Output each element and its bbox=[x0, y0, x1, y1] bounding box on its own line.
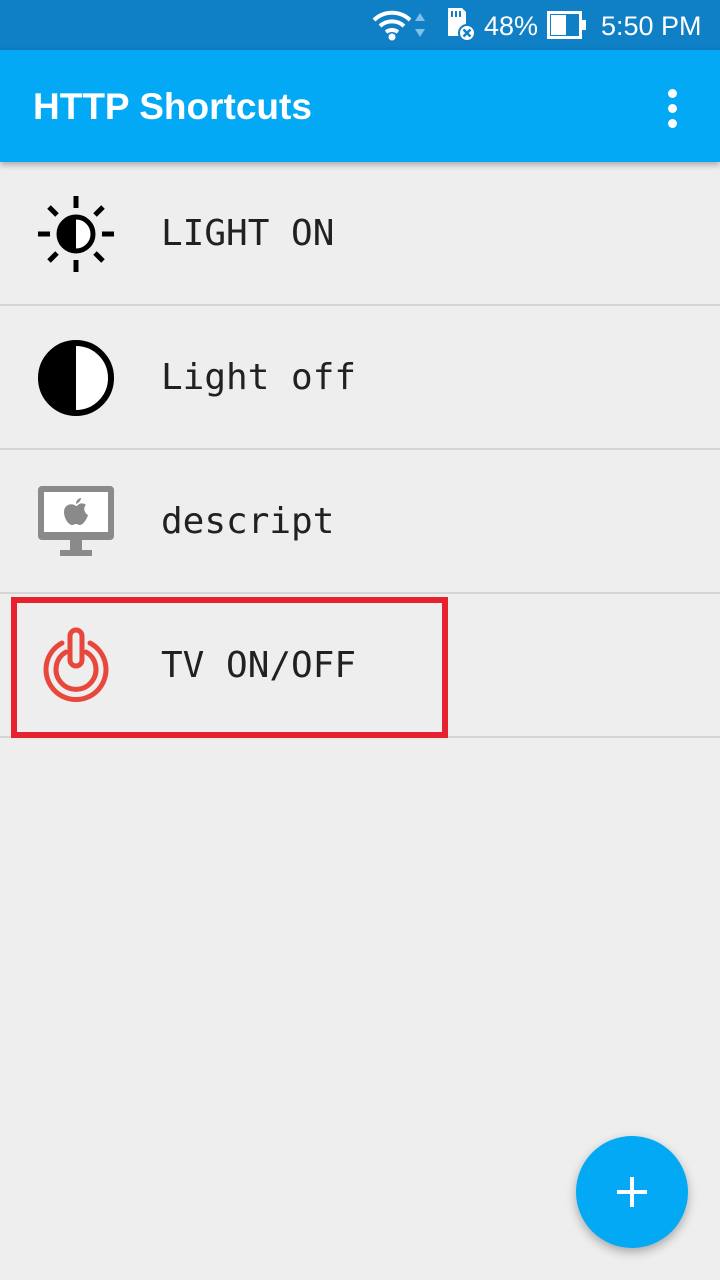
shortcut-item-light-off[interactable]: Light off bbox=[0, 306, 720, 450]
add-shortcut-button[interactable] bbox=[576, 1136, 688, 1248]
shortcut-item-descript[interactable]: descript bbox=[0, 450, 720, 594]
sd-card-icon bbox=[448, 8, 476, 42]
app-bar: HTTP Shortcuts bbox=[0, 50, 720, 162]
plus-icon bbox=[617, 1177, 647, 1207]
status-bar: 48% 5:50 PM bbox=[0, 0, 720, 50]
app-title: HTTP Shortcuts bbox=[33, 86, 312, 127]
power-icon bbox=[36, 626, 116, 706]
menu-dot bbox=[667, 88, 677, 98]
shortcut-label: TV ON/OFF bbox=[161, 645, 357, 686]
imac-icon bbox=[36, 482, 116, 562]
brightness-icon bbox=[36, 194, 116, 274]
menu-dot bbox=[667, 118, 677, 128]
battery-percent: 48% bbox=[484, 11, 539, 41]
data-arrows-icon bbox=[415, 13, 425, 37]
shortcut-item-tv-on-off[interactable]: TV ON/OFF bbox=[0, 594, 720, 738]
battery-icon bbox=[547, 11, 586, 39]
shortcut-label: LIGHT ON bbox=[161, 213, 335, 254]
wifi-icon bbox=[372, 10, 412, 41]
shortcut-item-light-on[interactable]: LIGHT ON bbox=[0, 162, 720, 306]
clock: 5:50 PM bbox=[601, 11, 702, 41]
menu-dot bbox=[667, 103, 677, 113]
more-vert-icon[interactable] bbox=[648, 80, 696, 136]
shortcut-label: Light off bbox=[161, 357, 357, 398]
shortcut-list: LIGHT ON Light off descript TV ON/OFF bbox=[0, 162, 720, 738]
shortcut-label: descript bbox=[161, 501, 335, 542]
half-circle-icon bbox=[36, 338, 116, 418]
